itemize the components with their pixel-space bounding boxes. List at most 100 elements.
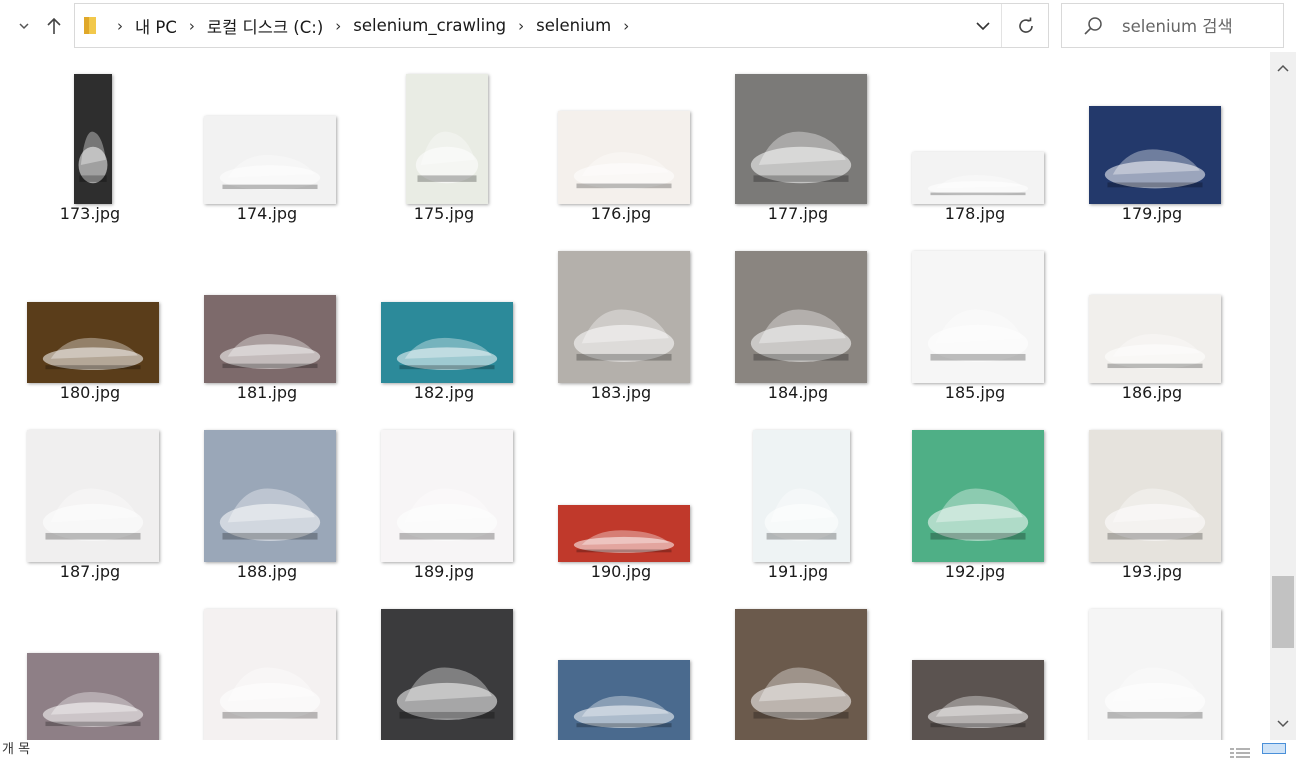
file-name[interactable]: 177.jpg <box>718 204 878 223</box>
scroll-down-icon[interactable] <box>1270 712 1296 736</box>
file-item[interactable]: 187.jpg <box>10 420 170 590</box>
file-item[interactable]: 191.jpg <box>718 420 878 590</box>
image-thumbnail[interactable] <box>1089 609 1221 740</box>
refresh-icon[interactable] <box>1002 4 1049 47</box>
image-thumbnail[interactable] <box>204 609 336 740</box>
vertical-scrollbar[interactable] <box>1270 52 1296 740</box>
image-thumbnail[interactable] <box>735 74 867 204</box>
image-thumbnail[interactable] <box>406 74 488 204</box>
file-item[interactable]: 179.jpg <box>1072 62 1232 232</box>
file-item[interactable]: 174.jpg <box>187 62 347 232</box>
file-item[interactable]: 182.jpg <box>364 241 524 411</box>
file-name[interactable]: 188.jpg <box>187 562 347 581</box>
file-name[interactable]: 180.jpg <box>10 383 170 402</box>
address-bar[interactable]: › 내 PC › 로컬 디스크 (C:) › selenium_crawling… <box>74 3 1049 48</box>
image-thumbnail[interactable] <box>912 152 1044 204</box>
file-item[interactable]: 178.jpg <box>895 62 1055 232</box>
image-thumbnail[interactable] <box>912 660 1044 740</box>
breadcrumb-item-selenium[interactable]: selenium <box>534 16 613 35</box>
file-name[interactable]: 186.jpg <box>1072 383 1232 402</box>
image-thumbnail[interactable] <box>558 660 690 740</box>
file-item[interactable]: 183.jpg <box>541 241 701 411</box>
image-thumbnail[interactable] <box>204 430 336 562</box>
file-name[interactable]: 175.jpg <box>364 204 524 223</box>
file-name[interactable]: 181.jpg <box>187 383 347 402</box>
file-name[interactable]: 193.jpg <box>1072 562 1232 581</box>
file-name[interactable]: 190.jpg <box>541 562 701 581</box>
file-name[interactable]: 178.jpg <box>895 204 1055 223</box>
image-thumbnail[interactable] <box>912 430 1044 562</box>
image-thumbnail[interactable] <box>204 116 336 204</box>
details-view-icon[interactable] <box>1228 743 1252 758</box>
breadcrumb-chevron-icon[interactable]: › <box>508 17 534 35</box>
file-name[interactable]: 184.jpg <box>718 383 878 402</box>
image-thumbnail[interactable] <box>74 74 112 204</box>
search-icon <box>1084 17 1102 35</box>
file-name[interactable]: 191.jpg <box>718 562 878 581</box>
file-item[interactable] <box>718 599 878 740</box>
file-item[interactable]: 175.jpg <box>364 62 524 232</box>
image-thumbnail[interactable] <box>27 302 159 383</box>
file-name[interactable]: 176.jpg <box>541 204 701 223</box>
file-name[interactable]: 183.jpg <box>541 383 701 402</box>
image-thumbnail[interactable] <box>381 302 513 383</box>
image-thumbnail[interactable] <box>381 609 513 740</box>
file-item[interactable] <box>10 599 170 740</box>
file-item[interactable]: 177.jpg <box>718 62 878 232</box>
scrollbar-thumb[interactable] <box>1272 576 1294 648</box>
image-thumbnail[interactable] <box>912 251 1044 383</box>
breadcrumb-chevron-icon[interactable]: › <box>107 17 133 35</box>
file-name[interactable]: 185.jpg <box>895 383 1055 402</box>
large-icons-view-icon[interactable] <box>1262 743 1286 754</box>
search-input[interactable] <box>1122 12 1277 40</box>
search-box[interactable] <box>1061 3 1284 48</box>
image-thumbnail[interactable] <box>1089 295 1221 383</box>
image-thumbnail[interactable] <box>1089 106 1221 204</box>
up-arrow-icon[interactable] <box>40 12 68 40</box>
file-item[interactable]: 184.jpg <box>718 241 878 411</box>
file-item[interactable] <box>895 599 1055 740</box>
file-name[interactable]: 187.jpg <box>10 562 170 581</box>
breadcrumb-chevron-icon[interactable]: › <box>179 17 205 35</box>
recent-locations-chevron-icon[interactable] <box>10 12 38 40</box>
file-name[interactable]: 179.jpg <box>1072 204 1232 223</box>
file-item[interactable] <box>187 599 347 740</box>
file-item[interactable]: 192.jpg <box>895 420 1055 590</box>
file-item[interactable]: 193.jpg <box>1072 420 1232 590</box>
file-item[interactable]: 188.jpg <box>187 420 347 590</box>
file-item[interactable]: 173.jpg <box>10 62 170 232</box>
file-item[interactable] <box>1072 599 1232 740</box>
image-thumbnail[interactable] <box>1089 430 1221 562</box>
file-item[interactable]: 186.jpg <box>1072 241 1232 411</box>
file-name[interactable]: 192.jpg <box>895 562 1055 581</box>
image-thumbnail[interactable] <box>27 430 159 562</box>
file-item[interactable] <box>364 599 524 740</box>
breadcrumb-item-selenium-crawling[interactable]: selenium_crawling <box>351 16 508 35</box>
breadcrumb-chevron-icon[interactable]: › <box>613 17 639 35</box>
image-thumbnail[interactable] <box>735 609 867 740</box>
file-item[interactable]: 176.jpg <box>541 62 701 232</box>
file-item[interactable]: 181.jpg <box>187 241 347 411</box>
breadcrumb-item-pc[interactable]: 내 PC <box>133 14 179 38</box>
file-item[interactable]: 190.jpg <box>541 420 701 590</box>
image-thumbnail[interactable] <box>27 653 159 740</box>
breadcrumb-chevron-icon[interactable]: › <box>325 17 351 35</box>
file-name[interactable]: 174.jpg <box>187 204 347 223</box>
file-item[interactable]: 185.jpg <box>895 241 1055 411</box>
image-thumbnail[interactable] <box>558 251 690 383</box>
file-name[interactable]: 189.jpg <box>364 562 524 581</box>
image-thumbnail[interactable] <box>558 505 690 562</box>
file-item[interactable] <box>541 599 701 740</box>
scroll-up-icon[interactable] <box>1270 56 1296 80</box>
file-item[interactable]: 180.jpg <box>10 241 170 411</box>
image-thumbnail[interactable] <box>204 295 336 383</box>
image-thumbnail[interactable] <box>381 430 513 562</box>
breadcrumb-item-local-disk[interactable]: 로컬 디스크 (C:) <box>205 14 325 38</box>
address-dropdown-icon[interactable] <box>965 4 1001 47</box>
file-name[interactable]: 182.jpg <box>364 383 524 402</box>
image-thumbnail[interactable] <box>753 430 850 562</box>
file-item[interactable]: 189.jpg <box>364 420 524 590</box>
file-name[interactable]: 173.jpg <box>10 204 170 223</box>
image-thumbnail[interactable] <box>558 111 690 204</box>
image-thumbnail[interactable] <box>735 251 867 383</box>
